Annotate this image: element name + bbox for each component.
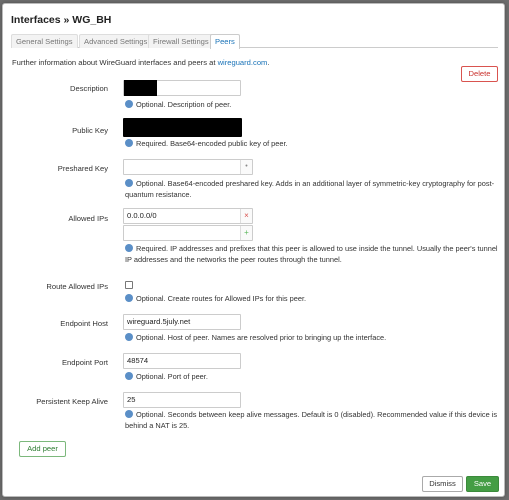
- reveal-icon[interactable]: •: [240, 160, 252, 174]
- endpoint-host-label: Endpoint Host: [60, 319, 108, 328]
- tab-peers[interactable]: Peers: [210, 34, 240, 49]
- info-text: Further information about WireGuard inte…: [12, 58, 270, 67]
- allowed-ips-hint-line1: Required. IP addresses and prefixes that…: [136, 244, 498, 253]
- description-label: Description: [70, 84, 108, 93]
- tab-general-settings[interactable]: General Settings: [11, 34, 78, 48]
- endpoint-host-hint: Optional. Host of peer. Names are resolv…: [125, 333, 386, 344]
- allowed-ips-hint-line2: IP addresses and the networks the peer r…: [125, 254, 342, 264]
- keepalive-label: Persistent Keep Alive: [36, 397, 108, 406]
- keepalive-hint-line2: behind a NAT is 25.: [125, 420, 190, 430]
- allowed-ip-new-input[interactable]: +: [123, 225, 253, 241]
- route-allowed-ips-checkbox[interactable]: [125, 281, 133, 289]
- keepalive-input[interactable]: 25: [123, 392, 241, 408]
- tab-bar: General Settings Advanced Settings Firew…: [11, 34, 498, 49]
- allowed-ip-entry[interactable]: 0.0.0.0/0 ×: [123, 208, 253, 224]
- dialog-title: Interfaces » WG_BH: [11, 14, 112, 26]
- route-allowed-ips-hint: Optional. Create routes for Allowed IPs …: [125, 294, 306, 305]
- description-hint-text: Optional. Description of peer.: [136, 100, 232, 109]
- add-icon[interactable]: +: [240, 226, 252, 240]
- route-allowed-ips-hint-text: Optional. Create routes for Allowed IPs …: [136, 294, 307, 303]
- public-key-label: Public Key: [72, 126, 108, 135]
- redaction-block: [124, 80, 157, 96]
- info-suffix: .: [267, 58, 270, 67]
- endpoint-host-hint-text: Optional. Host of peer. Names are resolv…: [136, 333, 387, 342]
- info-icon: [125, 372, 133, 380]
- endpoint-port-label: Endpoint Port: [61, 358, 108, 367]
- endpoint-host-value: wireguard.5july.net: [127, 317, 191, 326]
- tab-advanced-settings[interactable]: Advanced Settings: [79, 34, 153, 48]
- dismiss-button[interactable]: Dismiss: [422, 476, 463, 492]
- preshared-key-label: Preshared Key: [57, 164, 108, 173]
- public-key-hint-text: Required. Base64-encoded public key of p…: [136, 139, 288, 148]
- preshared-key-hint-line2: quantum resistance.: [125, 189, 192, 199]
- endpoint-port-hint-text: Optional. Port of peer.: [136, 372, 208, 381]
- tab-firewall-settings[interactable]: Firewall Settings: [148, 34, 214, 48]
- peer-dialog: Interfaces » WG_BH General Settings Adva…: [2, 3, 505, 497]
- allowed-ip-value: 0.0.0.0/0: [127, 211, 157, 220]
- info-icon: [125, 100, 133, 108]
- description-input[interactable]: [123, 80, 241, 96]
- allowed-ips-label: Allowed IPs: [68, 214, 108, 223]
- wireguard-link[interactable]: wireguard.com: [218, 58, 268, 67]
- info-icon: [125, 244, 133, 252]
- remove-icon[interactable]: ×: [240, 209, 252, 223]
- info-icon: [125, 139, 133, 147]
- preshared-key-hint-line1: Optional. Base64-encoded preshared key. …: [136, 179, 495, 188]
- public-key-hint: Required. Base64-encoded public key of p…: [125, 139, 288, 150]
- info-icon: [125, 410, 133, 418]
- endpoint-port-hint: Optional. Port of peer.: [125, 372, 208, 383]
- keepalive-hint: Optional. Seconds between keep alive mes…: [125, 410, 497, 431]
- preshared-key-input[interactable]: •: [123, 159, 253, 175]
- public-key-input[interactable]: [123, 118, 242, 137]
- allowed-ips-hint: Required. IP addresses and prefixes that…: [125, 244, 498, 265]
- preshared-key-hint: Optional. Base64-encoded preshared key. …: [125, 179, 494, 200]
- keepalive-value: 25: [127, 395, 136, 404]
- delete-button[interactable]: Delete: [461, 66, 498, 82]
- endpoint-host-input[interactable]: wireguard.5july.net: [123, 314, 241, 330]
- endpoint-port-value: 48574: [127, 356, 149, 365]
- route-allowed-ips-label: Route Allowed IPs: [46, 282, 108, 291]
- save-button[interactable]: Save: [466, 476, 499, 492]
- info-icon: [125, 179, 133, 187]
- keepalive-hint-line1: Optional. Seconds between keep alive mes…: [136, 410, 498, 419]
- endpoint-port-input[interactable]: 48574: [123, 353, 241, 369]
- info-prefix: Further information about WireGuard inte…: [12, 58, 218, 67]
- add-peer-button[interactable]: Add peer: [19, 441, 66, 457]
- description-hint: Optional. Description of peer.: [125, 100, 231, 111]
- info-icon: [125, 294, 133, 302]
- info-icon: [125, 333, 133, 341]
